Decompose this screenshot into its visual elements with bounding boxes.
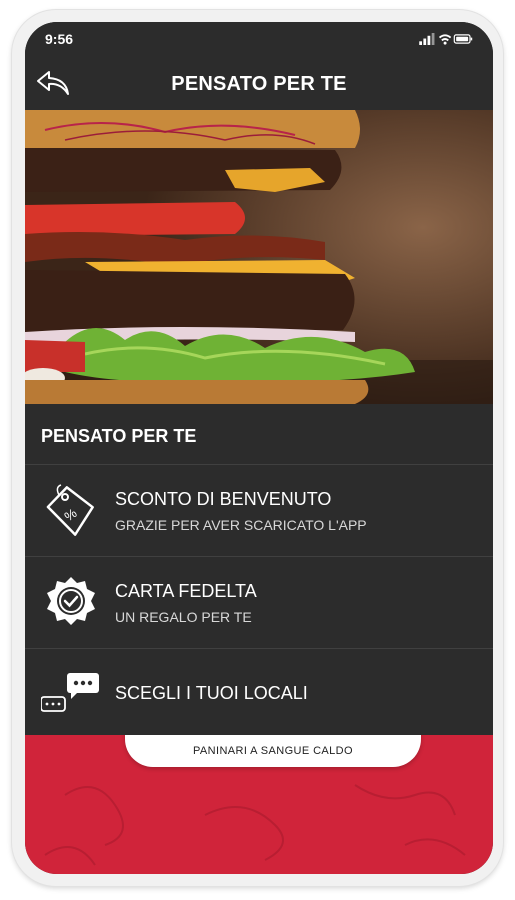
brand-logo-card: PANINARI A SANGUE CALDO (125, 735, 421, 767)
menu-item-subtitle: GRAZIE PER AVER SCARICATO L'APP (115, 517, 367, 533)
svg-text:%: % (61, 505, 79, 524)
section-title: PENSATO PER TE (41, 426, 197, 446)
menu-item-welcome-discount[interactable]: % SCONTO DI BENVENUTO GRAZIE PER AVER SC… (25, 464, 493, 556)
discount-tag-icon: % (46, 484, 94, 536)
menu-item-title: CARTA FEDELTA (115, 581, 257, 601)
app-bar: PENSATO PER TE (25, 56, 493, 111)
signal-icon (419, 33, 435, 45)
status-time: 9:56 (45, 31, 74, 47)
brand-footer: PANINARI A SANGUE CALDO (25, 735, 493, 874)
brand-tagline: PANINARI A SANGUE CALDO (193, 745, 353, 757)
app-screen: 9:56 PENSATO PER TE PENSATO PER TE % SCO… (25, 22, 493, 874)
wifi-icon (438, 34, 452, 42)
badge-check-icon (47, 577, 95, 625)
menu-item-title: SCONTO DI BENVENUTO (115, 489, 332, 509)
menu-item-title: SCEGLI I TUOI LOCALI (115, 683, 308, 703)
status-bar: 9:56 (25, 22, 493, 56)
menu-item-loyalty-card[interactable]: CARTA FEDELTA UN REGALO PER TE (25, 556, 493, 648)
page-title: PENSATO PER TE (171, 73, 347, 95)
status-icons (419, 33, 473, 45)
wifi-dot (443, 41, 447, 45)
burger-hero-image (25, 110, 493, 404)
chat-bubbles-icon (41, 673, 99, 712)
menu-item-subtitle: UN REGALO PER TE (115, 609, 252, 625)
menu-item-choose-locations[interactable]: SCEGLI I TUOI LOCALI (25, 648, 493, 740)
battery-icon (453, 34, 473, 44)
menu-list: % SCONTO DI BENVENUTO GRAZIE PER AVER SC… (25, 464, 493, 740)
